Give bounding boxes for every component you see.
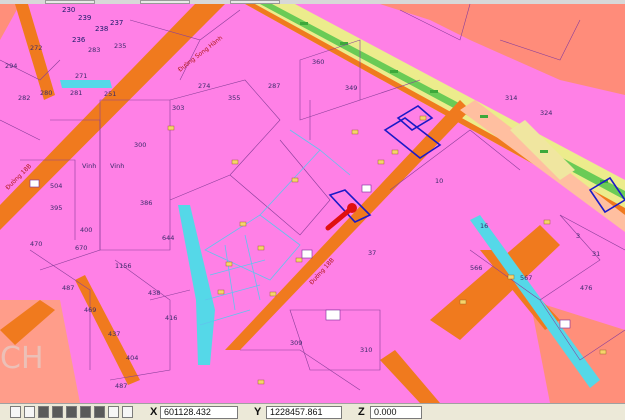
parcel-label: 487: [62, 284, 74, 292]
parcel-label: 282: [18, 94, 30, 102]
parcel-label: 238: [95, 25, 108, 33]
parcel-label: 272: [30, 44, 42, 52]
parcel-label: 566: [470, 264, 482, 272]
parcel-label: 400: [80, 226, 92, 234]
parcel-label: 280: [40, 89, 52, 97]
parcel-label: 314: [505, 94, 517, 102]
parcel-label: 10: [435, 177, 443, 185]
z-coordinate-label: Z: [358, 406, 365, 418]
parcel-label: 416: [165, 314, 177, 322]
parcel-label: 31: [592, 250, 600, 258]
parcel-label: 274: [198, 82, 210, 90]
parcel-label: 230: [62, 6, 75, 14]
parcel-label: 237: [110, 19, 123, 27]
y-coordinate-label: Y: [254, 406, 262, 418]
parcel-label: 300: [134, 141, 146, 149]
z-coordinate-field[interactable]: 0.000: [370, 406, 422, 419]
layer-button[interactable]: [94, 406, 105, 418]
parcel-label: 567: [520, 274, 532, 282]
parcel-label: 355: [228, 94, 240, 102]
parcel-label: 310: [360, 346, 372, 354]
layer-button[interactable]: [52, 406, 63, 418]
y-coordinate-field[interactable]: 1228457.861: [266, 406, 342, 419]
parcel-label: 360: [312, 58, 324, 66]
parcel-label: 404: [126, 354, 138, 362]
parcel-label: 303: [172, 104, 184, 112]
parcel-label: Vinh: [110, 162, 124, 170]
layer-button[interactable]: [122, 406, 133, 418]
parcel-label: 504: [50, 182, 62, 190]
parcel-label: 239: [78, 14, 91, 22]
layer-button[interactable]: [38, 406, 49, 418]
parcel-label: 644: [162, 234, 174, 242]
parcel-label: 271: [75, 72, 87, 80]
parcel-label: 1156: [115, 262, 132, 270]
parcel-label: 37: [368, 249, 376, 257]
canal-top-left: [60, 80, 112, 88]
parcel-label: 476: [580, 284, 592, 292]
cadastral-map[interactable]: 230 239 238 237 236 272 283 235 294 280 …: [0, 0, 625, 403]
parcel-label: Vinh: [82, 162, 96, 170]
x-coordinate-field[interactable]: 601128.432: [160, 406, 238, 419]
parcel-label: 470: [30, 240, 42, 248]
parcel-label: 309: [290, 339, 302, 347]
parcel-label: 16: [480, 222, 488, 230]
parcel-label: 487: [115, 382, 127, 390]
pan-tool-button[interactable]: [24, 406, 35, 418]
parcel-label: 324: [540, 109, 552, 117]
parcel-label: 235: [114, 42, 126, 50]
layer-button[interactable]: [108, 406, 119, 418]
parcel-label: 281: [70, 89, 82, 97]
status-bar: X 601128.432 Y 1228457.861 Z 0.000: [0, 403, 625, 420]
watermark-text: CH: [0, 341, 44, 376]
parcel-label: 287: [268, 82, 280, 90]
parcel-label: 251: [104, 90, 116, 98]
parcel-label: 386: [140, 199, 152, 207]
parcel-label: 294: [5, 62, 17, 70]
parcel-label: 437: [108, 330, 120, 338]
parcel-label: 469: [84, 306, 96, 314]
map-canvas[interactable]: 230 239 238 237 236 272 283 235 294 280 …: [0, 0, 625, 403]
parcel-label: 395: [50, 204, 62, 212]
layer-button[interactable]: [80, 406, 91, 418]
parcel-label: 283: [88, 46, 100, 54]
select-tool-button[interactable]: [10, 406, 21, 418]
parcel-label: 670: [75, 244, 87, 252]
parcel-label: 349: [345, 84, 357, 92]
layer-button[interactable]: [66, 406, 77, 418]
x-coordinate-label: X: [150, 406, 158, 418]
parcel-label: 438: [148, 289, 160, 297]
parcel-label: 3: [576, 232, 580, 240]
parcel-label: 236: [72, 36, 86, 44]
